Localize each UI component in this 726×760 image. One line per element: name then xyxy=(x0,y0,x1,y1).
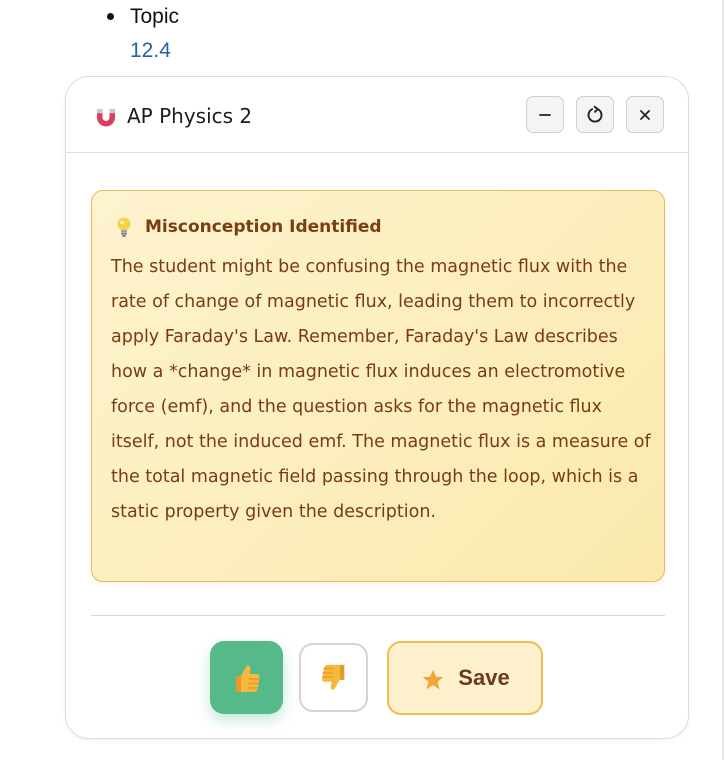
close-icon xyxy=(640,109,650,120)
card-title: AP Physics 2 xyxy=(127,104,253,128)
thumbs-down-icon xyxy=(321,664,344,690)
feedback-card: AP Physics 2 Misconception Identified Th… xyxy=(65,76,689,739)
refresh-icon xyxy=(587,105,603,122)
misconception-panel: Misconception Identified The student mig… xyxy=(91,190,665,582)
topic-link[interactable]: 12.4 xyxy=(130,34,179,68)
topic-list-item: Topic 12.4 xyxy=(106,0,179,68)
close-button[interactable] xyxy=(626,96,664,133)
card-header: AP Physics 2 xyxy=(66,77,688,153)
lightbulb-icon xyxy=(117,217,131,237)
minimize-button[interactable] xyxy=(526,96,564,133)
minus-icon xyxy=(539,113,551,116)
refresh-button[interactable] xyxy=(576,96,614,133)
save-label: Save xyxy=(458,665,510,690)
thumbs-up-icon xyxy=(235,665,260,692)
misconception-text: The student might be confusing the magne… xyxy=(111,257,651,522)
bullet-icon xyxy=(107,13,114,20)
misconception-title: Misconception Identified xyxy=(145,217,382,237)
magnet-icon xyxy=(97,109,115,127)
star-icon xyxy=(423,669,444,690)
window-edge xyxy=(722,0,724,760)
thumbs-down-button[interactable] xyxy=(299,643,368,712)
topic-label: Topic xyxy=(130,5,180,28)
thumbs-up-button[interactable] xyxy=(210,641,283,714)
save-button[interactable]: Save xyxy=(387,641,543,715)
footer-divider xyxy=(91,615,665,616)
topic-list: Topic 12.4 xyxy=(106,0,179,68)
